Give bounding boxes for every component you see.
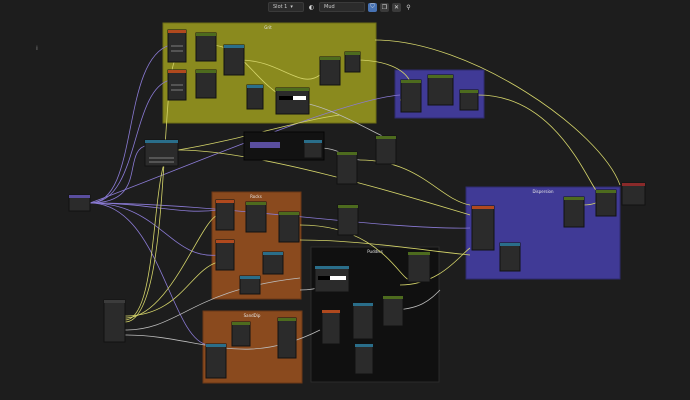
- node-puddles-a[interactable]: [321, 309, 341, 345]
- node-canvas[interactable]: Grit Dispersion Rocks SandDip Puddles ⁞: [0, 0, 690, 400]
- node-mix-grit[interactable]: [319, 56, 341, 86]
- node-rocks-noise[interactable]: [215, 239, 235, 271]
- node-disp-b[interactable]: [499, 242, 521, 272]
- node-rocks-mix[interactable]: [278, 211, 300, 243]
- node-disp-a[interactable]: [471, 205, 495, 251]
- node-editor[interactable]: Slot 1 ▾ ◐ Mud ⛉ ❐ ✕ ⚲ Grit Dispersion R…: [0, 0, 690, 400]
- frame-sanddip-label: SandDip: [244, 313, 261, 318]
- node-puddles-ramp[interactable]: [314, 265, 350, 293]
- node-blue-a[interactable]: [400, 79, 422, 113]
- node-center-mix-e[interactable]: [407, 251, 431, 283]
- frame-grit-label: Grit: [264, 25, 272, 30]
- node-disp-c[interactable]: [563, 196, 585, 228]
- node-blue-b[interactable]: [427, 74, 454, 106]
- node-colorramp-c[interactable]: [275, 87, 310, 115]
- node-noise-a[interactable]: [167, 29, 187, 63]
- node-puddles-b[interactable]: [352, 302, 374, 340]
- node-rocks-math[interactable]: [262, 251, 284, 275]
- cursor-icon: ⁞: [36, 45, 38, 52]
- node-rocks-ramp[interactable]: [245, 201, 267, 233]
- node-sanddip-b[interactable]: [231, 321, 251, 347]
- node-blue-c[interactable]: [459, 89, 479, 111]
- node-rocks-out[interactable]: [239, 275, 261, 295]
- node-noise-b[interactable]: [167, 69, 187, 101]
- node-mapping[interactable]: [144, 139, 179, 167]
- node-puddles-d[interactable]: [354, 343, 374, 375]
- frame-dispersion-label: Dispersion: [532, 189, 554, 194]
- node-center-c[interactable]: [337, 204, 359, 236]
- node-colorramp-a[interactable]: [195, 32, 217, 62]
- node-material-output[interactable]: [621, 182, 646, 206]
- node-puddles-c[interactable]: [382, 295, 404, 327]
- node-center-b[interactable]: [375, 135, 397, 165]
- node-colorramp-b[interactable]: [195, 69, 217, 99]
- node-rocks-voronoi[interactable]: [215, 199, 235, 231]
- node-sanddip-c[interactable]: [277, 317, 297, 359]
- node-mix-grit-b[interactable]: [344, 51, 361, 73]
- node-mix-center[interactable]: [336, 151, 358, 185]
- frame-rocks-label: Rocks: [250, 194, 262, 199]
- node-group-input[interactable]: [103, 299, 126, 343]
- node-sanddip-a[interactable]: [205, 343, 227, 379]
- node-texcoord[interactable]: [68, 194, 91, 212]
- node-math-b[interactable]: [246, 84, 264, 110]
- node-disp-d[interactable]: [595, 189, 617, 217]
- frame-puddles-label: Puddles: [367, 249, 383, 254]
- node-math-a[interactable]: [223, 44, 245, 76]
- node-image-texture[interactable]: [243, 131, 325, 161]
